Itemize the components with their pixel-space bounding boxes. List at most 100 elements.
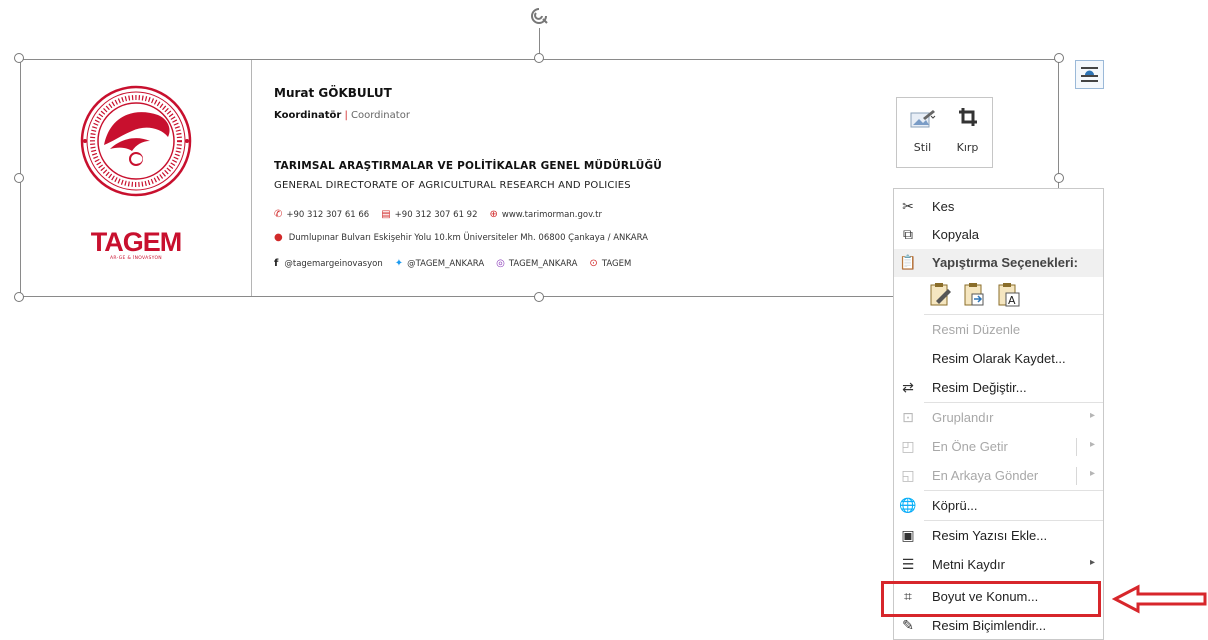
signature-title: Koordinatör | Coordinator (274, 110, 410, 121)
menu-label-save-as-picture: Resim Olarak Kaydet... (932, 351, 1066, 366)
menu-separator (924, 520, 1103, 521)
wrap-text-icon: ☰ (901, 557, 915, 573)
menu-item-wrap-text[interactable]: ☰ Metni Kaydır ▸ (894, 551, 1103, 579)
org-name-en: GENERAL DIRECTORATE OF AGRICULTURAL RESE… (274, 180, 631, 191)
group-icon: ⊡ (902, 410, 914, 426)
twitter-icon: ✦ (394, 258, 404, 269)
fax-number: +90 312 307 61 92 (394, 209, 478, 220)
rotate-connector (539, 28, 540, 55)
red-arrow-icon (1112, 584, 1207, 614)
signature-name: Murat GÖKBULUT (274, 86, 392, 100)
menu-label-link: Köprü... (932, 498, 978, 513)
menu-label-copy: Kopyala (932, 227, 979, 242)
resize-handle-right[interactable] (1054, 173, 1064, 183)
clipboard-icon: 📋 (899, 255, 917, 271)
submenu-arrow-icon: ▸ (1089, 468, 1095, 479)
link-icon: 🌐 (899, 498, 917, 514)
crop-button[interactable]: Kırp (944, 98, 991, 167)
paste-keep-formatting-icon[interactable] (928, 281, 954, 307)
contact-line: ✆ +90 312 307 61 66 ▤ +90 312 307 61 92 … (274, 209, 602, 220)
resize-handle-top-left[interactable] (14, 53, 24, 63)
menu-label-cut: Kes (932, 199, 955, 214)
instagram-icon: ◎ (496, 258, 505, 269)
crop-label: Kırp (956, 141, 979, 154)
context-menu: ✂ Kes ⧉ Kopyala 📋 Yapıştırma Seçenekleri… (893, 188, 1104, 640)
style-button[interactable]: Stil (899, 98, 946, 167)
phone-icon: ✆ (274, 209, 283, 220)
address-line: ● Dumlupınar Bulvarı Eskişehir Yolu 10.k… (274, 232, 648, 243)
title-tr: Koordinatör (274, 110, 342, 121)
resize-handle-bottom-left[interactable] (14, 292, 24, 302)
tagem-logo-word: TAGEM (90, 227, 183, 257)
crop-icon (959, 108, 977, 126)
paste-text-only-icon[interactable]: A (996, 281, 1022, 307)
globe-icon: ⊕ (489, 209, 498, 220)
menu-label-group: Gruplandır (932, 410, 994, 425)
resize-handle-bottom[interactable] (534, 292, 544, 302)
menu-label-insert-caption: Resim Yazısı Ekle... (932, 528, 1048, 543)
resize-handle-top[interactable] (534, 53, 544, 63)
mini-toolbar: Stil Kırp (896, 97, 993, 168)
menu-item-group[interactable]: ⊡ Gruplandır ▸ (894, 404, 1103, 432)
menu-item-insert-caption[interactable]: ▣ Resim Yazısı Ekle... (894, 522, 1103, 550)
scissors-icon: ✂ (902, 199, 914, 215)
youtube-icon: ⊙ (589, 258, 598, 269)
address: Dumlupınar Bulvarı Eskişehir Yolu 10.km … (288, 232, 648, 243)
change-picture-icon: ⇄ (902, 380, 914, 396)
youtube-handle: TAGEM (601, 258, 632, 269)
format-picture-icon: ✎ (902, 618, 914, 634)
ministry-seal-logo (80, 85, 192, 197)
highlight-box (881, 581, 1101, 617)
social-line: f @tagemargeinovasyon ✦ @TAGEM_ANKARA ◎ … (274, 258, 631, 269)
twitter-handle: @TAGEM_ANKARA (407, 258, 485, 269)
menu-label-format-picture: Resim Biçimlendir... (932, 618, 1047, 633)
menu-label-send-to-back: En Arkaya Gönder (932, 468, 1039, 483)
send-to-back-icon: ◱ (901, 468, 915, 484)
menu-label-change-picture: Resim Değiştir... (932, 380, 1027, 395)
menu-item-copy[interactable]: ⧉ Kopyala (894, 221, 1103, 249)
menu-label-bring-to-front: En Öne Getir (932, 439, 1008, 454)
split-separator (1076, 467, 1077, 485)
menu-item-link[interactable]: 🌐 Köprü... (894, 492, 1103, 520)
fax-icon: ▤ (381, 209, 391, 220)
rotate-icon (531, 8, 548, 24)
menu-item-send-to-back[interactable]: ◱ En Arkaya Gönder ▸ (894, 462, 1103, 490)
submenu-arrow-icon: ▸ (1089, 557, 1095, 568)
menu-item-change-picture[interactable]: ⇄ Resim Değiştir... (894, 374, 1103, 402)
menu-separator (924, 490, 1103, 491)
facebook-icon: f (274, 258, 279, 269)
paste-options-label: Yapıştırma Seçenekleri: (932, 255, 1078, 270)
rotate-handle[interactable] (528, 5, 550, 27)
facebook-handle: @tagemargeinovasyon (284, 258, 383, 269)
menu-item-cut[interactable]: ✂ Kes (894, 193, 1103, 221)
menu-item-bring-to-front[interactable]: ◰ En Öne Getir ▸ (894, 433, 1103, 461)
title-separator: | (344, 110, 348, 121)
tagem-logo-subtitle: AR-GE & İNOVASYON (110, 256, 162, 261)
submenu-arrow-icon: ▸ (1089, 410, 1095, 421)
picture-style-icon (910, 110, 936, 128)
signature-divider (251, 60, 252, 296)
menu-label-wrap-text: Metni Kaydır (932, 557, 1005, 572)
layout-options-button[interactable] (1075, 60, 1104, 89)
title-en: Coordinator (351, 110, 410, 121)
submenu-arrow-icon: ▸ (1089, 439, 1095, 450)
menu-separator (924, 314, 1103, 315)
location-pin-icon: ● (274, 232, 283, 243)
copy-icon: ⧉ (903, 227, 913, 243)
menu-item-edit-picture[interactable]: Resmi Düzenle (894, 316, 1103, 344)
org-name-tr: TARIMSAL ARAŞTIRMALAR VE POLİTİKALAR GEN… (274, 160, 662, 172)
instagram-handle: TAGEM_ANKARA (508, 258, 578, 269)
caption-icon: ▣ (901, 528, 915, 544)
svg-text:A: A (1008, 294, 1016, 307)
paste-options-row: A (928, 281, 1048, 309)
menu-item-save-as-picture[interactable]: Resim Olarak Kaydet... (894, 345, 1103, 373)
paste-merge-icon[interactable] (962, 281, 988, 307)
bring-to-front-icon: ◰ (901, 439, 915, 455)
menu-label-edit-picture: Resmi Düzenle (932, 322, 1021, 337)
phone-number: +90 312 307 61 66 (286, 209, 370, 220)
resize-handle-left[interactable] (14, 173, 24, 183)
resize-handle-top-right[interactable] (1054, 53, 1064, 63)
layout-options-icon (1081, 67, 1098, 82)
split-separator (1076, 438, 1077, 456)
paste-options-header: 📋 Yapıştırma Seçenekleri: (894, 249, 1103, 277)
